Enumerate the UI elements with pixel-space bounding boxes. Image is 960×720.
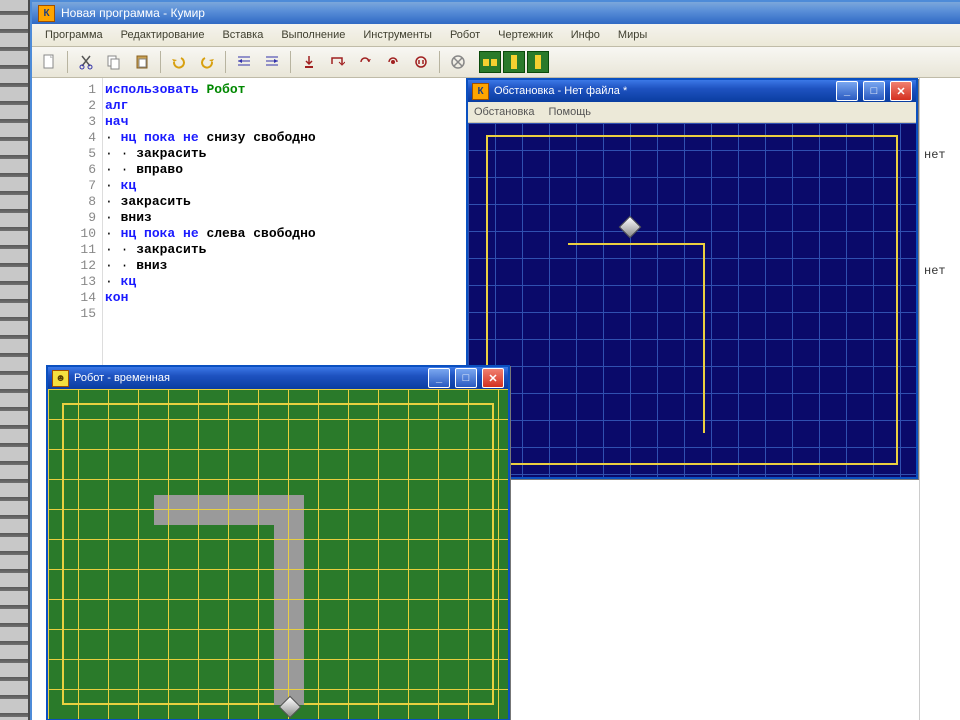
menu-info[interactable]: Инфо [562, 26, 609, 44]
cut-button[interactable] [73, 49, 99, 75]
robot-title: Робот - временная [74, 372, 423, 384]
environment-titlebar[interactable]: К Обстановка - Нет файла * _ □ ✕ [468, 80, 916, 102]
undo-button[interactable] [166, 49, 192, 75]
close-button[interactable]: ✕ [482, 368, 504, 388]
menu-bar: Программа Редактирование Вставка Выполне… [32, 24, 960, 47]
robot-window-icon: ☻ [52, 370, 69, 387]
new-file-button[interactable] [36, 49, 62, 75]
world-grid-button[interactable] [479, 51, 501, 73]
world-bar1-button[interactable] [503, 51, 525, 73]
environment-window[interactable]: К Обстановка - Нет файла * _ □ ✕ Обстано… [466, 78, 918, 479]
close-button[interactable]: ✕ [890, 81, 912, 101]
painted-cells [274, 495, 304, 705]
env-menu: Обстановка Помощь [468, 102, 916, 123]
stop-button[interactable] [445, 49, 471, 75]
continue-button[interactable] [380, 49, 406, 75]
env-title: Обстановка - Нет файла * [494, 85, 831, 97]
blue-grid [468, 123, 916, 477]
maximize-button[interactable]: □ [455, 368, 477, 388]
env-icon: К [472, 83, 489, 100]
toolbar [32, 47, 960, 78]
minimize-button[interactable]: _ [428, 368, 450, 388]
wall [486, 463, 898, 465]
menu-program[interactable]: Программа [36, 26, 112, 44]
separator [225, 51, 226, 73]
green-canvas[interactable] [48, 389, 508, 719]
world-bar2-button[interactable] [527, 51, 549, 73]
pause-button[interactable] [408, 49, 434, 75]
app-title: Новая программа - Кумир [61, 6, 205, 20]
spiral-binding [0, 0, 30, 720]
robot-window[interactable]: ☻ Робот - временная _ □ ✕ [46, 365, 510, 720]
env-menu-obstanovka[interactable]: Обстановка [474, 106, 534, 118]
right-sidebar: нет нет [919, 78, 960, 720]
wall [896, 135, 898, 465]
outdent-button[interactable] [259, 49, 285, 75]
main-titlebar[interactable]: К Новая программа - Кумир [32, 2, 960, 24]
world-view-buttons [479, 51, 549, 73]
menu-insert[interactable]: Вставка [213, 26, 272, 44]
menu-run[interactable]: Выполнение [272, 26, 354, 44]
blue-canvas[interactable] [468, 123, 916, 477]
menu-edit[interactable]: Редактирование [112, 26, 214, 44]
copy-button[interactable] [101, 49, 127, 75]
menu-tools[interactable]: Инструменты [354, 26, 441, 44]
app-icon: К [38, 5, 55, 22]
maximize-button[interactable]: □ [863, 81, 885, 101]
separator [67, 51, 68, 73]
separator [160, 51, 161, 73]
step-over-button[interactable] [324, 49, 350, 75]
menu-robot[interactable]: Робот [441, 26, 489, 44]
env-menu-help[interactable]: Помощь [548, 106, 591, 118]
step-into-button[interactable] [296, 49, 322, 75]
separator [290, 51, 291, 73]
wall [568, 243, 703, 245]
robot-titlebar[interactable]: ☻ Робот - временная _ □ ✕ [48, 367, 508, 389]
redo-button[interactable] [194, 49, 220, 75]
separator [439, 51, 440, 73]
wall [703, 243, 705, 433]
paste-button[interactable] [129, 49, 155, 75]
menu-draftsman[interactable]: Чертежник [489, 26, 562, 44]
run-button[interactable] [352, 49, 378, 75]
sidebar-value: нет [920, 264, 960, 280]
wall [486, 135, 898, 137]
menu-worlds[interactable]: Миры [609, 26, 656, 44]
minimize-button[interactable]: _ [836, 81, 858, 101]
sidebar-value: нет [920, 148, 960, 164]
indent-button[interactable] [231, 49, 257, 75]
